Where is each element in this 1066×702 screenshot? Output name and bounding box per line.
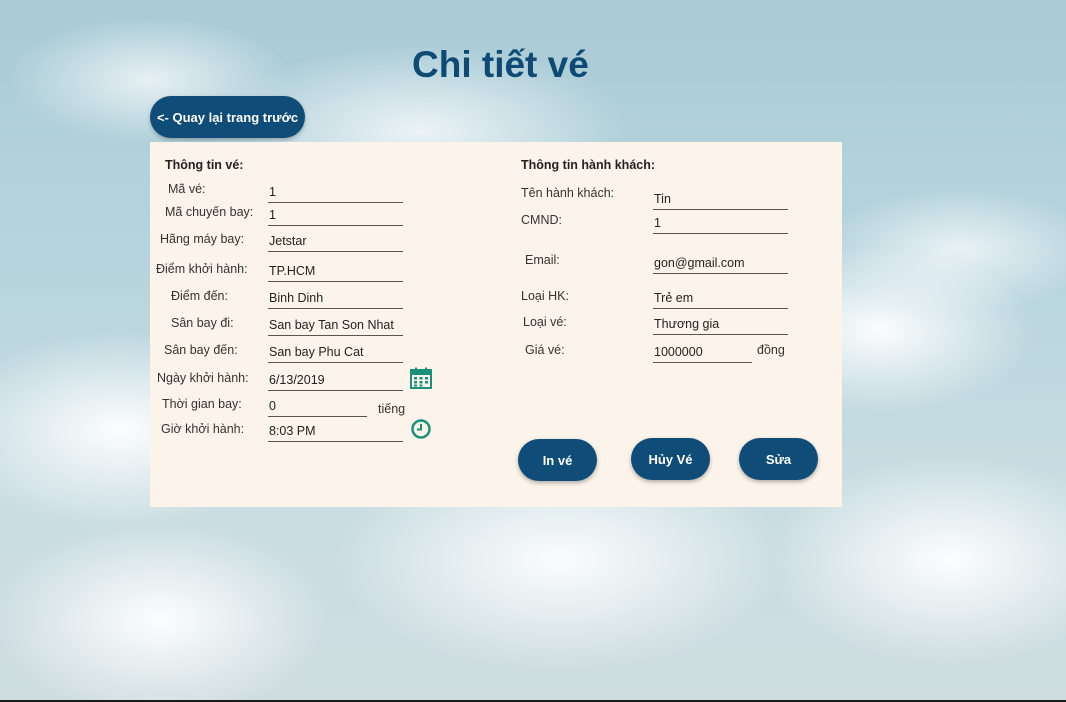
page-title: Chi tiết vé	[412, 44, 589, 85]
ticket-class-field[interactable]: Thương gia	[653, 313, 788, 335]
departure-date-field[interactable]: 6/13/2019	[268, 369, 403, 391]
arrival-airport-label: Sân bay đến:	[164, 343, 238, 357]
price-unit: đồng	[757, 343, 785, 357]
edit-ticket-button[interactable]: Sửa	[739, 438, 818, 480]
clock-icon[interactable]	[410, 418, 432, 440]
price-field[interactable]: 1000000	[653, 341, 752, 363]
passenger-type-label: Loại HK:	[521, 289, 569, 303]
destination-label: Điểm đến:	[171, 289, 228, 303]
ticket-info-title: Thông tin vé:	[165, 158, 244, 172]
airline-field[interactable]: Jetstar	[268, 230, 403, 252]
calendar-icon[interactable]	[410, 367, 432, 389]
flight-id-label: Mã chuyến bay:	[165, 205, 254, 219]
email-field[interactable]: gon@gmail.com	[653, 252, 788, 274]
airline-label: Hãng máy bay:	[160, 232, 245, 246]
duration-unit: tiếng	[378, 402, 406, 416]
passenger-name-label: Tên hành khách:	[521, 186, 615, 200]
flight-duration-label: Thời gian bay:	[162, 397, 242, 411]
flight-duration-field[interactable]: 0	[268, 395, 367, 417]
ticket-id-label: Mã vé:	[168, 182, 206, 196]
arrival-airport-field[interactable]: San bay Phu Cat	[268, 341, 403, 363]
price-label: Giá vé:	[525, 343, 565, 357]
email-label: Email:	[525, 253, 560, 267]
departure-airport-field[interactable]: San bay Tan Son Nhat	[268, 314, 403, 336]
passenger-name-field[interactable]: Tin	[653, 188, 788, 210]
print-ticket-button[interactable]: In vé	[518, 439, 597, 481]
id-card-label: CMND:	[521, 213, 562, 227]
departure-time-label: Giờ khởi hành:	[161, 422, 245, 436]
ticket-id-field[interactable]: 1	[268, 181, 403, 203]
destination-field[interactable]: Binh Dinh	[268, 287, 403, 309]
passenger-info-title: Thông tin hành khách:	[521, 158, 656, 172]
departure-field[interactable]: TP.HCM	[268, 260, 403, 282]
departure-label: Điểm khởi hành:	[156, 262, 248, 276]
flight-id-field[interactable]: 1	[268, 204, 403, 226]
cancel-ticket-button[interactable]: Hủy Vé	[631, 438, 710, 480]
departure-airport-label: Sân bay đi:	[171, 316, 234, 330]
passenger-type-field[interactable]: Trẻ em	[653, 287, 788, 309]
ticket-class-label: Loại vé:	[523, 315, 567, 329]
back-button[interactable]: <- Quay lại trang trước	[150, 96, 305, 138]
departure-date-label: Ngày khởi hành:	[157, 371, 249, 385]
departure-time-field[interactable]: 8:03 PM	[268, 420, 403, 442]
id-card-field[interactable]: 1	[653, 212, 788, 234]
ticket-detail-panel: Thông tin vé: Mã vé: 1 Mã chuyến bay: 1 …	[150, 142, 842, 507]
